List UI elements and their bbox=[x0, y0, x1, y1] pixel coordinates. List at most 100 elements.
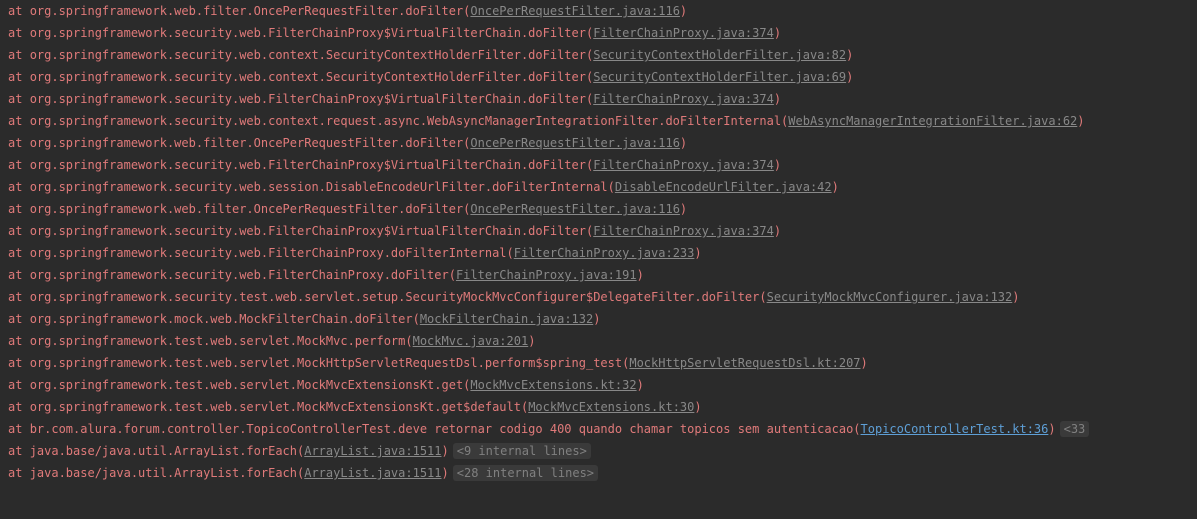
method-path: org.springframework.test.web.servlet.Moc… bbox=[30, 356, 622, 370]
source-link[interactable]: MockFilterChain.java:132 bbox=[420, 312, 593, 326]
close-paren: ) bbox=[680, 4, 687, 18]
stack-trace-line: at java.base/java.util.ArrayList.forEach… bbox=[8, 462, 1189, 484]
stack-trace-line: at org.springframework.test.web.servlet.… bbox=[8, 352, 1189, 374]
close-paren: ) bbox=[832, 180, 839, 194]
source-link[interactable]: FilterChainProxy.java:374 bbox=[593, 26, 774, 40]
method-path: org.springframework.security.web.context… bbox=[30, 48, 586, 62]
at-prefix: at bbox=[8, 70, 30, 84]
stack-trace-line: at org.springframework.test.web.servlet.… bbox=[8, 374, 1189, 396]
close-paren: ) bbox=[1012, 290, 1019, 304]
method-path: org.springframework.security.web.context… bbox=[30, 70, 586, 84]
internal-lines-badge[interactable]: <9 internal lines> bbox=[453, 443, 591, 459]
open-paren: ( bbox=[449, 268, 456, 282]
source-link[interactable]: OncePerRequestFilter.java:116 bbox=[470, 4, 680, 18]
at-prefix: at bbox=[8, 378, 30, 392]
method-path: org.springframework.security.web.FilterC… bbox=[30, 26, 586, 40]
at-prefix: at bbox=[8, 268, 30, 282]
close-paren: ) bbox=[528, 334, 535, 348]
close-paren: ) bbox=[680, 136, 687, 150]
source-link[interactable]: ArrayList.java:1511 bbox=[304, 444, 441, 458]
source-link[interactable]: FilterChainProxy.java:191 bbox=[456, 268, 637, 282]
method-path: org.springframework.test.web.servlet.Moc… bbox=[30, 400, 521, 414]
source-link[interactable]: FilterChainProxy.java:374 bbox=[593, 158, 774, 172]
stack-trace-line: at org.springframework.security.web.Filt… bbox=[8, 220, 1189, 242]
stack-trace-line: at org.springframework.security.web.cont… bbox=[8, 66, 1189, 88]
stack-trace-line: at org.springframework.security.web.Filt… bbox=[8, 88, 1189, 110]
close-paren: ) bbox=[442, 444, 449, 458]
at-prefix: at bbox=[8, 290, 30, 304]
source-link[interactable]: ArrayList.java:1511 bbox=[304, 466, 441, 480]
method-path: org.springframework.web.filter.OncePerRe… bbox=[30, 136, 463, 150]
source-link[interactable]: FilterChainProxy.java:374 bbox=[593, 224, 774, 238]
stack-trace-line: at org.springframework.web.filter.OncePe… bbox=[8, 198, 1189, 220]
source-link[interactable]: OncePerRequestFilter.java:116 bbox=[470, 202, 680, 216]
stack-trace-line: at org.springframework.security.web.sess… bbox=[8, 176, 1189, 198]
at-prefix: at bbox=[8, 4, 30, 18]
method-path: org.springframework.security.web.FilterC… bbox=[30, 224, 586, 238]
at-prefix: at bbox=[8, 466, 30, 480]
method-path: br.com.alura.forum.controller.TopicoCont… bbox=[30, 422, 854, 436]
at-prefix: at bbox=[8, 92, 30, 106]
close-paren: ) bbox=[774, 92, 781, 106]
close-paren: ) bbox=[846, 70, 853, 84]
stack-trace-line: at org.springframework.security.web.Filt… bbox=[8, 242, 1189, 264]
method-path: org.springframework.security.test.web.se… bbox=[30, 290, 760, 304]
stack-trace-line: at br.com.alura.forum.controller.TopicoC… bbox=[8, 418, 1189, 440]
internal-lines-badge[interactable]: <28 internal lines> bbox=[453, 465, 598, 481]
source-link[interactable]: SecurityMockMvcConfigurer.java:132 bbox=[767, 290, 1013, 304]
stack-trace-line: at org.springframework.security.test.web… bbox=[8, 286, 1189, 308]
open-paren: ( bbox=[853, 422, 860, 436]
stack-trace-line: at org.springframework.test.web.servlet.… bbox=[8, 330, 1189, 352]
method-path: org.springframework.web.filter.OncePerRe… bbox=[30, 4, 463, 18]
close-paren: ) bbox=[861, 356, 868, 370]
close-paren: ) bbox=[680, 202, 687, 216]
at-prefix: at bbox=[8, 400, 30, 414]
method-path: org.springframework.security.web.FilterC… bbox=[30, 92, 586, 106]
close-paren: ) bbox=[637, 378, 644, 392]
stack-trace-line: at org.springframework.security.web.Filt… bbox=[8, 154, 1189, 176]
close-paren: ) bbox=[774, 26, 781, 40]
source-link[interactable]: FilterChainProxy.java:374 bbox=[593, 92, 774, 106]
more-badge[interactable]: <33 bbox=[1060, 421, 1090, 437]
close-paren: ) bbox=[1077, 114, 1084, 128]
open-paren: ( bbox=[507, 246, 514, 260]
at-prefix: at bbox=[8, 202, 30, 216]
at-prefix: at bbox=[8, 26, 30, 40]
source-link[interactable]: MockHttpServletRequestDsl.kt:207 bbox=[629, 356, 860, 370]
stack-trace-line: at org.springframework.web.filter.OncePe… bbox=[8, 0, 1189, 22]
close-paren: ) bbox=[637, 268, 644, 282]
source-link[interactable]: DisableEncodeUrlFilter.java:42 bbox=[615, 180, 832, 194]
at-prefix: at bbox=[8, 48, 30, 62]
method-path: org.springframework.test.web.servlet.Moc… bbox=[30, 334, 406, 348]
close-paren: ) bbox=[774, 224, 781, 238]
at-prefix: at bbox=[8, 312, 30, 326]
at-prefix: at bbox=[8, 158, 30, 172]
close-paren: ) bbox=[774, 158, 781, 172]
method-path: org.springframework.mock.web.MockFilterC… bbox=[30, 312, 413, 326]
method-path: org.springframework.security.web.session… bbox=[30, 180, 608, 194]
source-link[interactable]: SecurityContextHolderFilter.java:82 bbox=[593, 48, 846, 62]
source-link[interactable]: MockMvcExtensions.kt:32 bbox=[470, 378, 636, 392]
source-link[interactable]: SecurityContextHolderFilter.java:69 bbox=[593, 70, 846, 84]
method-path: org.springframework.security.web.context… bbox=[30, 114, 781, 128]
source-link[interactable]: FilterChainProxy.java:233 bbox=[514, 246, 695, 260]
at-prefix: at bbox=[8, 422, 30, 436]
source-link[interactable]: OncePerRequestFilter.java:116 bbox=[470, 136, 680, 150]
close-paren: ) bbox=[442, 466, 449, 480]
source-link[interactable]: MockMvcExtensions.kt:30 bbox=[528, 400, 694, 414]
source-link[interactable]: TopicoControllerTest.kt:36 bbox=[861, 422, 1049, 436]
stack-trace-container: at org.springframework.web.filter.OncePe… bbox=[8, 0, 1189, 484]
method-path: org.springframework.test.web.servlet.Moc… bbox=[30, 378, 463, 392]
method-path: org.springframework.security.web.FilterC… bbox=[30, 246, 507, 260]
close-paren: ) bbox=[694, 400, 701, 414]
method-path: org.springframework.web.filter.OncePerRe… bbox=[30, 202, 463, 216]
at-prefix: at bbox=[8, 224, 30, 238]
method-path: java.base/java.util.ArrayList.forEach bbox=[30, 466, 297, 480]
at-prefix: at bbox=[8, 114, 30, 128]
stack-trace-line: at org.springframework.test.web.servlet.… bbox=[8, 396, 1189, 418]
stack-trace-line: at org.springframework.security.web.cont… bbox=[8, 110, 1189, 132]
source-link[interactable]: WebAsyncManagerIntegrationFilter.java:62 bbox=[788, 114, 1077, 128]
stack-trace-line: at org.springframework.mock.web.MockFilt… bbox=[8, 308, 1189, 330]
close-paren: ) bbox=[593, 312, 600, 326]
source-link[interactable]: MockMvc.java:201 bbox=[413, 334, 529, 348]
